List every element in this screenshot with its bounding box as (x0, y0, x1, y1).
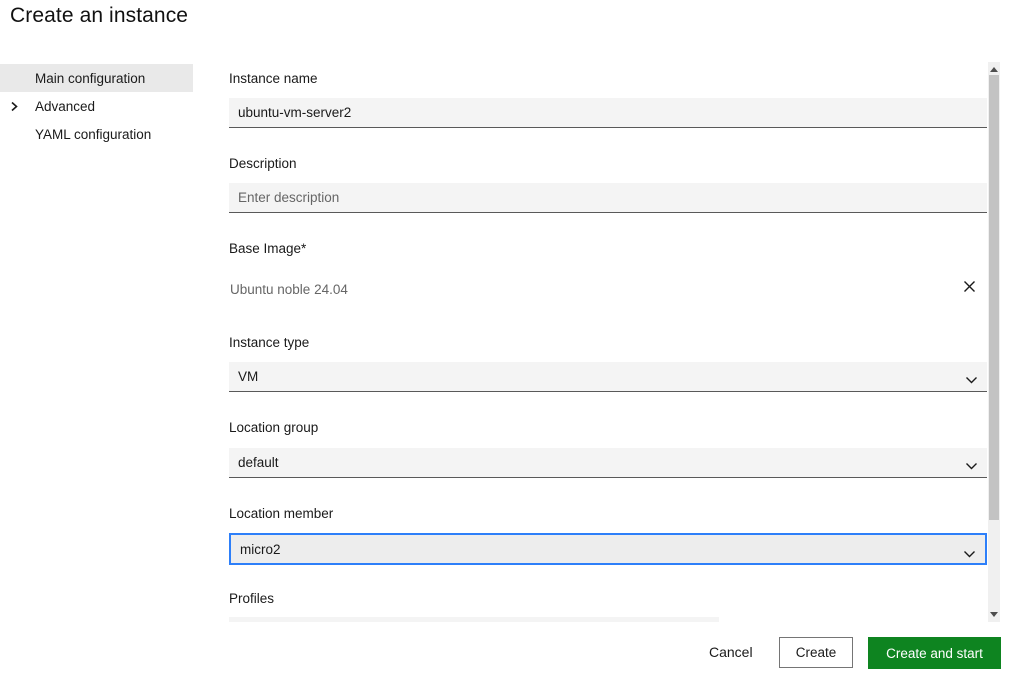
instance-name-input[interactable] (229, 98, 987, 128)
sidebar-item-label: YAML configuration (35, 126, 152, 142)
location-group-select[interactable]: default (229, 448, 987, 478)
sidebar-item-label: Advanced (35, 98, 96, 114)
location-member-select[interactable]: micro2 (229, 533, 987, 565)
chevron-down-icon (965, 459, 978, 474)
description-input[interactable] (229, 183, 987, 213)
page-title: Create an instance (10, 4, 189, 27)
clear-base-image-button[interactable] (957, 276, 981, 300)
main-configuration-form: Instance name Description Base Image* Ub… (229, 62, 987, 622)
create-button[interactable]: Create (779, 637, 853, 668)
triangle-up-icon[interactable] (990, 67, 998, 72)
chevron-down-icon (963, 547, 976, 562)
location-member-label: Location member (229, 506, 334, 521)
triangle-down-icon[interactable] (990, 612, 998, 617)
scrollbar-thumb[interactable] (989, 75, 999, 520)
profiles-label: Profiles (229, 591, 275, 606)
sidebar-item-yaml-configuration[interactable]: YAML configuration (0, 120, 193, 148)
sidebar-item-main-configuration[interactable]: Main configuration (0, 64, 193, 92)
instance-type-value: VM (238, 369, 259, 384)
instance-name-label: Instance name (229, 71, 318, 86)
location-group-value: default (238, 455, 279, 470)
sidebar-item-advanced[interactable]: Advanced (0, 92, 193, 120)
base-image-value: Ubuntu noble 24.04 (230, 282, 348, 297)
create-instance-panel: Create an instance Main configuration Ad… (0, 0, 1013, 679)
instance-type-select[interactable]: VM (229, 362, 987, 392)
location-member-value: micro2 (240, 541, 281, 557)
create-and-start-button[interactable]: Create and start (868, 637, 1001, 669)
x-icon (962, 279, 977, 297)
description-label: Description (229, 156, 297, 171)
location-group-label: Location group (229, 420, 319, 435)
base-image-label: Base Image* (229, 241, 307, 256)
sidebar-item-label: Main configuration (35, 70, 146, 86)
config-sidebar: Main configuration Advanced YAML configu… (0, 64, 193, 148)
cancel-button[interactable]: Cancel (709, 644, 753, 660)
chevron-right-icon (9, 100, 20, 115)
instance-type-label: Instance type (229, 335, 310, 350)
vertical-scrollbar[interactable] (988, 62, 1000, 622)
chevron-down-icon (965, 373, 978, 388)
profiles-select-partial[interactable] (229, 617, 719, 622)
